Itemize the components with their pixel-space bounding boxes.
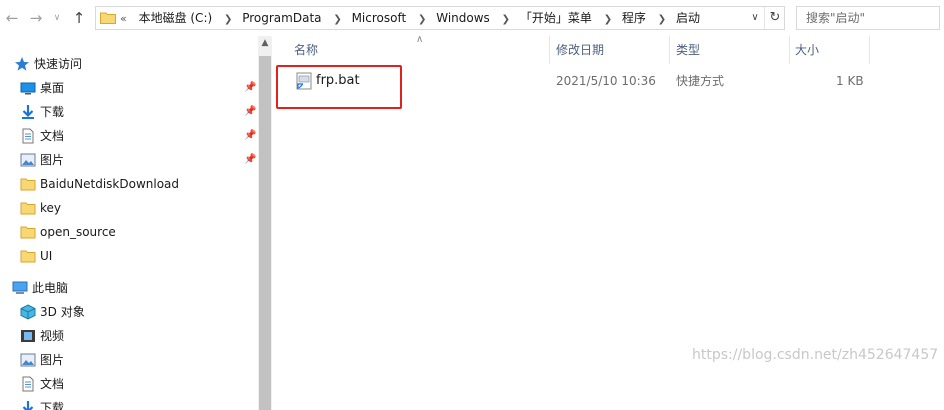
- back-arrow-icon[interactable]: ←: [3, 8, 21, 28]
- sidebar-item-label: 文档: [40, 377, 65, 391]
- column-header-size[interactable]: 大小: [795, 36, 819, 64]
- sidebar-item-label: 图片: [40, 353, 65, 367]
- breadcrumb-chevron-icon[interactable]: ❯: [604, 9, 612, 31]
- column-divider[interactable]: [669, 36, 670, 64]
- sidebar-item-label: 桌面: [40, 81, 65, 95]
- address-box[interactable]: « 本地磁盘 (C:) ❯ ProgramData ❯ Microsoft ❯ …: [95, 6, 785, 30]
- folder-icon: [20, 202, 36, 215]
- breadcrumb-chevron-icon[interactable]: ❯: [502, 9, 510, 31]
- breadcrumb-item-start-menu[interactable]: 「开始」菜单: [520, 7, 592, 29]
- star-icon: [15, 57, 29, 71]
- file-modified: 2021/5/10 10:36: [556, 74, 656, 88]
- refresh-icon[interactable]: ↻: [764, 7, 785, 29]
- sidebar-item-label: 下载: [40, 105, 65, 119]
- file-size: 1 KB: [836, 74, 864, 88]
- column-divider[interactable]: [549, 36, 550, 64]
- breadcrumb-item-drive[interactable]: 本地磁盘 (C:): [139, 7, 213, 29]
- folder-icon: [20, 250, 36, 263]
- address-dropdown-icon[interactable]: ∨: [746, 7, 764, 29]
- sidebar-item-label: 此电脑: [32, 281, 69, 295]
- breadcrumb-item-microsoft[interactable]: Microsoft: [352, 7, 407, 29]
- sidebar-item-label: 快速访问: [34, 57, 83, 71]
- sidebar-item-label: 3D 对象: [40, 305, 85, 319]
- recent-locations-chevron-icon[interactable]: ∨: [51, 8, 63, 28]
- document-icon: [22, 128, 34, 144]
- column-header-modified[interactable]: 修改日期: [556, 36, 604, 64]
- breadcrumb-chevron-icon[interactable]: ❯: [658, 9, 666, 31]
- picture-icon: [20, 353, 36, 367]
- breadcrumb-chevron-icon[interactable]: ❯: [418, 9, 426, 31]
- sidebar-item-label: 文档: [40, 129, 65, 143]
- pin-icon[interactable]: 📌: [244, 130, 256, 141]
- breadcrumb-item-startup[interactable]: 启动: [676, 7, 700, 29]
- picture-icon: [20, 153, 36, 167]
- breadcrumb: « 本地磁盘 (C:) ❯ ProgramData ❯ Microsoft ❯ …: [120, 7, 700, 29]
- column-header-type[interactable]: 类型: [676, 36, 700, 64]
- navigation-scrollbar[interactable]: ▲: [258, 36, 272, 410]
- breadcrumb-item-programdata[interactable]: ProgramData: [242, 7, 321, 29]
- computer-icon: [12, 281, 28, 294]
- sort-ascending-icon: ∧: [416, 34, 424, 45]
- breadcrumb-item-windows[interactable]: Windows: [436, 7, 490, 29]
- desktop-icon: [20, 82, 36, 95]
- navigation-pane: 快速访问 桌面 📌 下载 📌 文档 📌 图片 📌 BaiduNetdiskDow…: [0, 36, 258, 410]
- folder-icon: [20, 226, 36, 239]
- annotation-highlight-box: [276, 65, 402, 109]
- sidebar-item-label: 图片: [40, 153, 65, 167]
- video-icon: [21, 330, 35, 342]
- scroll-up-icon[interactable]: ▲: [258, 38, 272, 48]
- folder-icon: [100, 12, 116, 24]
- sidebar-item-label: BaiduNetdiskDownload: [40, 177, 180, 191]
- 3d-objects-icon: [20, 304, 36, 320]
- sidebar-item-label: key: [40, 201, 62, 215]
- breadcrumb-item-programs[interactable]: 程序: [622, 7, 646, 29]
- search-input[interactable]: 搜索"启动": [796, 6, 940, 30]
- breadcrumb-chevron-icon[interactable]: ❯: [333, 9, 341, 31]
- file-type: 快捷方式: [676, 74, 725, 88]
- download-icon: [22, 401, 34, 410]
- column-divider[interactable]: [869, 36, 870, 64]
- up-arrow-icon[interactable]: ↑: [70, 8, 88, 28]
- column-header-name[interactable]: 名称: [294, 36, 318, 64]
- column-divider[interactable]: [789, 36, 790, 64]
- sidebar-item-label: 下载: [40, 401, 65, 410]
- breadcrumb-overflow-icon[interactable]: «: [120, 8, 127, 30]
- address-bar-row: ← → ∨ ↑ « 本地磁盘 (C:) ❯ ProgramData ❯ Micr…: [0, 0, 944, 36]
- document-icon: [22, 376, 34, 392]
- watermark: https://blog.csdn.net/zh452647457: [692, 347, 939, 363]
- pin-icon[interactable]: 📌: [244, 82, 256, 93]
- forward-arrow-icon[interactable]: →: [27, 8, 45, 28]
- pin-icon[interactable]: 📌: [244, 154, 256, 165]
- sidebar-item-label: 视频: [40, 329, 65, 343]
- sidebar-item-label: UI: [40, 249, 53, 263]
- breadcrumb-chevron-icon[interactable]: ❯: [224, 9, 232, 31]
- sidebar-item-label: open_source: [40, 225, 116, 239]
- folder-icon: [20, 178, 36, 191]
- download-icon: [22, 105, 34, 119]
- pin-icon[interactable]: 📌: [244, 106, 256, 117]
- scrollbar-thumb[interactable]: [259, 56, 271, 410]
